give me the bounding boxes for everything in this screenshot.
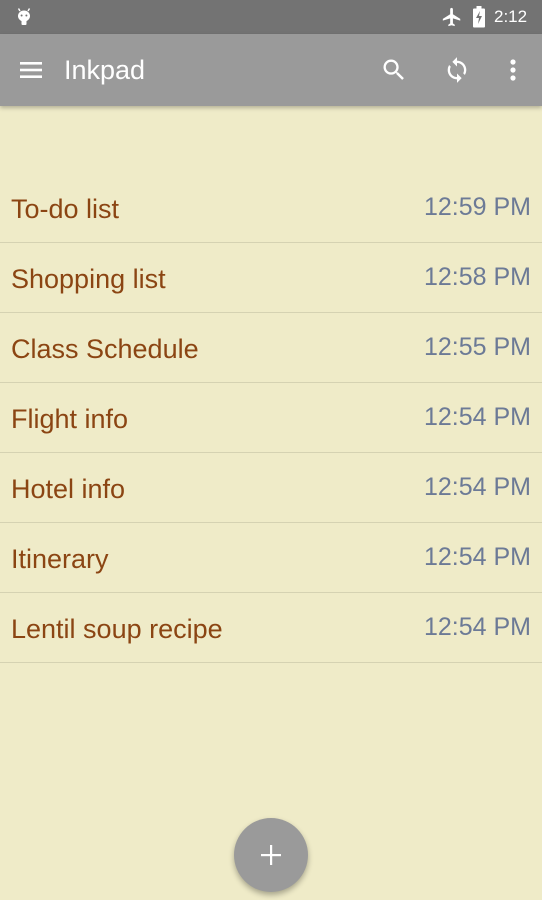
app-bar: Inkpad <box>0 34 542 106</box>
more-vert-icon[interactable] <box>500 56 526 84</box>
note-time: 12:54 PM <box>423 473 531 501</box>
note-row[interactable]: To-do list 12:59 PM <box>0 173 542 243</box>
note-time: 12:54 PM <box>423 403 531 431</box>
status-clock: 2:12 <box>494 7 528 26</box>
add-note-button[interactable] <box>234 818 308 892</box>
note-time: 12:58 PM <box>423 263 531 291</box>
note-title: Lentil soup recipe <box>11 614 223 644</box>
note-row[interactable]: Class Schedule 12:55 PM <box>0 313 542 383</box>
note-time: 12:55 PM <box>423 333 531 361</box>
note-row[interactable]: Flight info 12:54 PM <box>0 383 542 453</box>
note-row[interactable]: Hotel info 12:54 PM <box>0 453 542 523</box>
note-title: To-do list <box>11 194 120 224</box>
android-debug-icon <box>17 8 31 25</box>
note-time: 12:54 PM <box>423 543 531 571</box>
plus-icon <box>261 845 281 865</box>
note-title: Shopping list <box>11 264 166 294</box>
app-title: Inkpad <box>64 55 146 85</box>
note-time: 12:59 PM <box>423 193 531 221</box>
airplane-mode-icon <box>442 7 461 27</box>
note-title: Itinerary <box>11 544 109 574</box>
note-title: Hotel info <box>11 474 126 504</box>
note-row[interactable]: Shopping list 12:58 PM <box>0 243 542 313</box>
status-bar: 2:12 <box>0 0 542 34</box>
search-icon[interactable] <box>380 56 408 84</box>
note-row[interactable]: Lentil soup recipe 12:54 PM <box>0 593 542 663</box>
note-list: To-do list 12:59 PM Shopping list 12:58 … <box>0 173 542 663</box>
sync-icon[interactable] <box>443 56 471 84</box>
note-row[interactable]: Itinerary 12:54 PM <box>0 523 542 593</box>
menu-icon[interactable] <box>17 57 45 83</box>
note-time: 12:54 PM <box>423 613 531 641</box>
note-title: Class Schedule <box>11 334 199 364</box>
note-title: Flight info <box>11 404 129 434</box>
battery-charging-icon <box>473 6 485 28</box>
